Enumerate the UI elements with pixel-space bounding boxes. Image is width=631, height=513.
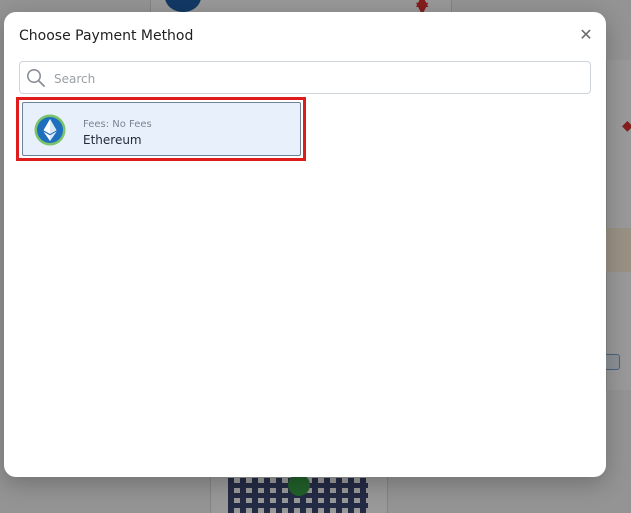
close-icon[interactable]: ✕ (578, 27, 594, 43)
search-input[interactable] (52, 62, 586, 95)
payment-method-fees: Fees: No Fees (83, 119, 152, 130)
ethereum-icon (34, 114, 66, 146)
search-box[interactable] (19, 61, 591, 95)
payment-method-modal: Choose Payment Method ✕ Fees: No Fees Et… (4, 12, 606, 477)
search-icon (27, 69, 45, 87)
payment-method-name: Ethereum (83, 133, 142, 147)
payment-method-ethereum[interactable]: Fees: No Fees Ethereum (22, 102, 301, 156)
modal-title: Choose Payment Method (19, 28, 194, 44)
